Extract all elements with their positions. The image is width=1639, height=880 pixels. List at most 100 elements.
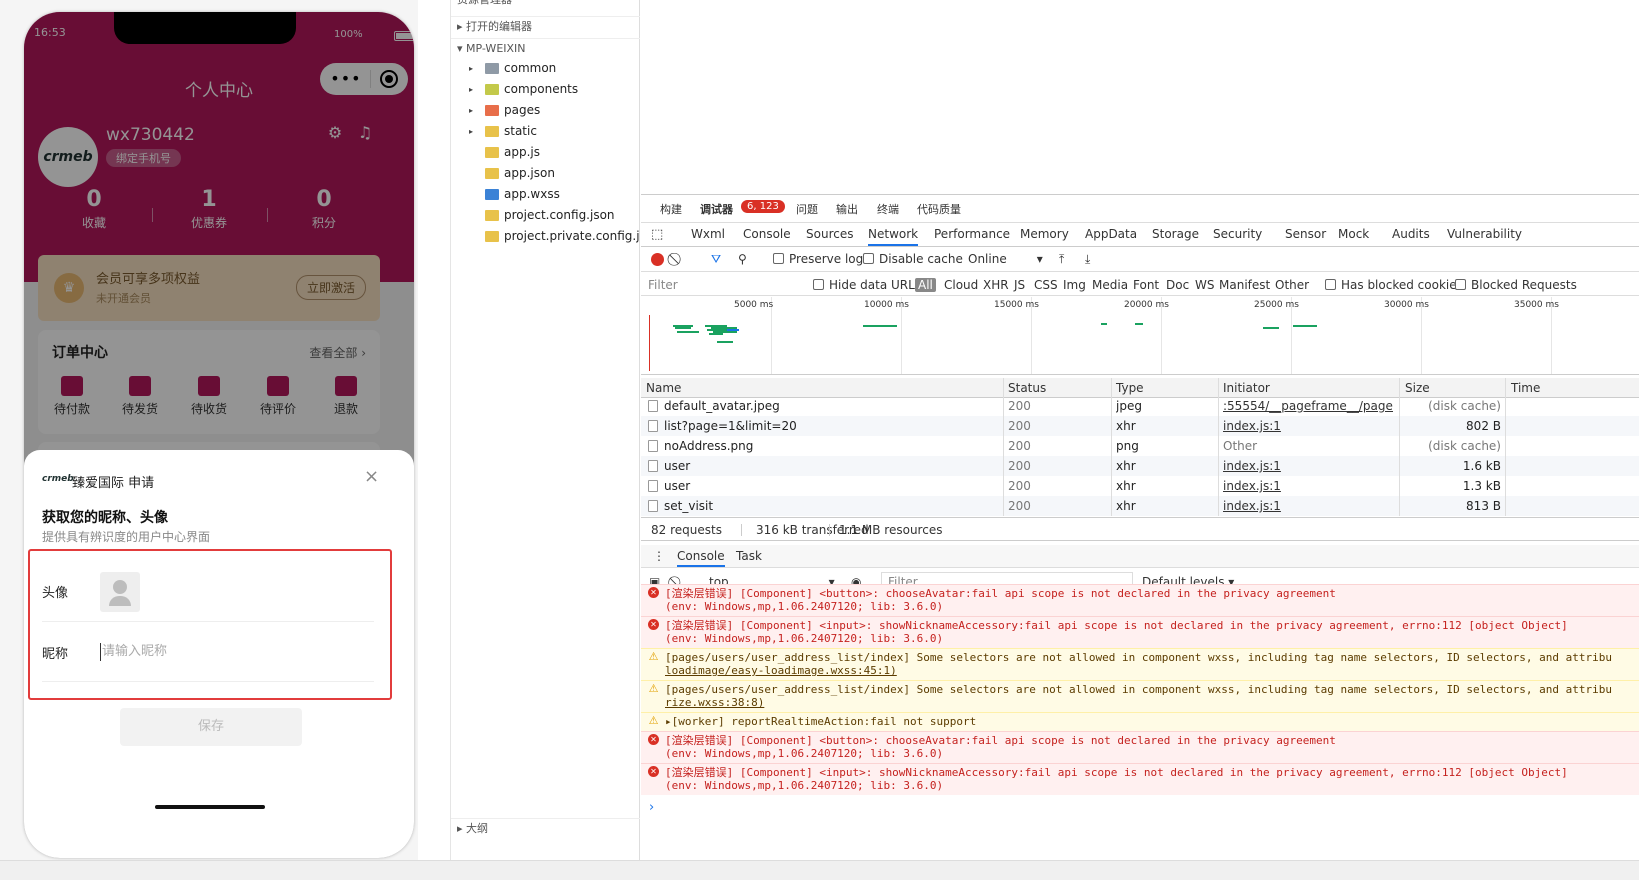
console-prompt[interactable]: › [649, 800, 654, 815]
col-type[interactable]: Type [1116, 381, 1144, 395]
table-row[interactable]: user 200 xhr index.js:1 1.3 kB [641, 476, 1639, 496]
tab-memory[interactable]: Memory [1020, 227, 1069, 241]
hide-data-urls-checkbox[interactable]: Hide data URLs [813, 278, 921, 292]
drawer-tab-console[interactable]: Console [677, 549, 725, 567]
inspect-element-icon[interactable]: ⬚ [651, 227, 663, 242]
tab-vulnerability[interactable]: Vulnerability [1447, 227, 1522, 241]
type-filter-manifest[interactable]: Manifest [1219, 278, 1270, 292]
tab-sources[interactable]: Sources [806, 227, 853, 241]
filter-icon[interactable]: ⛛ [711, 252, 721, 267]
console-message[interactable]: ✕ [渲染层错误] [Component] <button>: chooseAva… [641, 731, 1639, 763]
tab-mock[interactable]: Mock [1338, 227, 1369, 241]
project-section[interactable]: ▾ MP-WEIXIN [451, 38, 640, 58]
cell-initiator[interactable]: index.js:1 [1223, 496, 1393, 516]
tree-item[interactable]: app.js [451, 142, 640, 163]
save-button[interactable]: 保存 [120, 708, 302, 746]
checkbox[interactable] [1325, 279, 1336, 290]
checkbox[interactable] [813, 279, 824, 290]
tab-wxml[interactable]: Wxml [691, 227, 725, 241]
type-filter-xhr[interactable]: XHR [983, 278, 1009, 292]
tab-terminal[interactable]: 终端 [877, 201, 899, 217]
type-filter-media[interactable]: Media [1092, 278, 1128, 292]
type-filter-css[interactable]: CSS [1034, 278, 1058, 292]
message-text: [pages/users/user_address_list/index] So… [665, 651, 1613, 664]
has-blocked-cookies-checkbox[interactable]: Has blocked cookies [1325, 278, 1463, 292]
chevron-right-icon[interactable]: ▸ [469, 58, 473, 79]
tree-item[interactable]: project.config.json [451, 205, 640, 226]
tree-item[interactable]: project.private.config.js... [451, 226, 640, 247]
console-message[interactable]: ⚠ [pages/users/user_address_list/index] S… [641, 648, 1639, 680]
tab-debugger[interactable]: 调试器 [700, 201, 733, 217]
tab-network[interactable]: Network [868, 227, 919, 246]
type-filter-img[interactable]: Img [1063, 278, 1086, 292]
tab-build[interactable]: 构建 [660, 201, 682, 217]
table-row[interactable]: noAddress.png 200 png Other (disk cache) [641, 436, 1639, 456]
blocked-requests-checkbox[interactable]: Blocked Requests [1455, 278, 1577, 292]
tree-item[interactable]: ▸ components [451, 79, 640, 100]
checkbox[interactable] [773, 253, 784, 264]
table-row[interactable]: user 200 xhr index.js:1 1.6 kB [641, 456, 1639, 476]
type-filter-js[interactable]: JS [1014, 278, 1025, 292]
cell-initiator[interactable]: index.js:1 [1223, 456, 1393, 476]
tab-code-quality[interactable]: 代码质量 [917, 201, 961, 217]
checkbox[interactable] [1455, 279, 1466, 290]
chevron-right-icon[interactable]: ▸ [469, 79, 473, 100]
console-message[interactable]: ✕ [渲染层错误] [Component] <button>: chooseAva… [641, 584, 1639, 616]
console-message[interactable]: ⚠ [pages/users/user_address_list/index] S… [641, 680, 1639, 712]
type-filter-font[interactable]: Font [1133, 278, 1159, 292]
message-source[interactable]: rize.wxss:38:8) [665, 696, 1639, 709]
cell-initiator[interactable]: index.js:1 [1223, 476, 1393, 496]
close-icon[interactable]: × [364, 466, 379, 487]
tree-item[interactable]: app.json [451, 163, 640, 184]
table-row[interactable]: default_avatar.jpeg 200 jpeg:55554/__pagef… [641, 396, 1639, 416]
download-icon[interactable]: ⤓ [1085, 252, 1090, 267]
cell-initiator[interactable]: :55554/__pageframe__/pages/us... [1223, 396, 1393, 416]
chevron-right-icon[interactable]: ▸ [469, 100, 473, 121]
filter-input[interactable]: Filter [648, 278, 678, 292]
table-row[interactable]: set_visit 200 xhr index.js:1 813 B [641, 496, 1639, 516]
col-size[interactable]: Size [1405, 381, 1430, 395]
tree-item[interactable]: ▸ static [451, 121, 640, 142]
tab-audits[interactable]: Audits [1392, 227, 1430, 241]
record-icon[interactable] [651, 253, 664, 266]
outline-section[interactable]: ▸ 大纲 [451, 818, 640, 838]
network-overview-timeline[interactable]: 5000 ms 10000 ms 15000 ms 20000 ms 25000 ms 3… [641, 297, 1639, 375]
tree-item[interactable]: ▸ common [451, 58, 640, 79]
message-source[interactable]: loadimage/easy-loadimage.wxss:45:1) [665, 664, 1639, 677]
console-message[interactable]: ✕ [渲染层错误] [Component] <input>: showNickna… [641, 763, 1639, 795]
table-row[interactable]: list?page=1&limit=20 200 xhr index.js:1 802 … [641, 416, 1639, 436]
type-filter-other[interactable]: Other [1275, 278, 1309, 292]
col-time[interactable]: Time [1511, 381, 1540, 395]
open-editors-section[interactable]: ▸ 打开的编辑器 [451, 16, 640, 36]
disable-cache-checkbox[interactable]: Disable cache [863, 252, 963, 266]
tab-appdata[interactable]: AppData [1085, 227, 1137, 241]
console-message[interactable]: ✕ [渲染层错误] [Component] <input>: showNickna… [641, 616, 1639, 648]
col-name[interactable]: Name [646, 381, 681, 395]
type-filter-ws[interactable]: WS [1195, 278, 1214, 292]
type-filter-all[interactable]: All [915, 278, 936, 292]
tab-sensor[interactable]: Sensor [1285, 227, 1326, 241]
search-icon[interactable]: ⚲ [738, 252, 747, 266]
drawer-tab-task[interactable]: Task [736, 549, 762, 563]
upload-icon[interactable]: ⤒ [1059, 252, 1064, 267]
console-message[interactable]: ⚠ ▸[worker] reportRealtimeAction:fail not… [641, 712, 1639, 731]
tab-performance[interactable]: Performance [934, 227, 1010, 241]
type-filter-cloud[interactable]: Cloud [944, 278, 978, 292]
chevron-right-icon[interactable]: ▸ [469, 121, 473, 142]
tab-console[interactable]: Console [743, 227, 791, 241]
cell-initiator[interactable]: index.js:1 [1223, 416, 1393, 436]
tab-output[interactable]: 输出 [836, 201, 858, 217]
warning-icon: ⚠ [648, 714, 659, 727]
preserve-log-checkbox[interactable]: Preserve log [773, 252, 863, 266]
tab-storage[interactable]: Storage [1152, 227, 1199, 241]
type-filter-doc[interactable]: Doc [1166, 278, 1189, 292]
tree-item[interactable]: app.wxss [451, 184, 640, 205]
drawer-menu-icon[interactable]: ⋮ [653, 549, 665, 563]
tab-problems[interactable]: 问题 [796, 201, 818, 217]
tab-security[interactable]: Security [1213, 227, 1262, 241]
col-initiator[interactable]: Initiator [1223, 381, 1270, 395]
throttle-select[interactable]: Online ▾ [968, 252, 1043, 266]
tree-item[interactable]: ▸ pages [451, 100, 640, 121]
checkbox[interactable] [863, 253, 874, 264]
col-status[interactable]: Status [1008, 381, 1046, 395]
